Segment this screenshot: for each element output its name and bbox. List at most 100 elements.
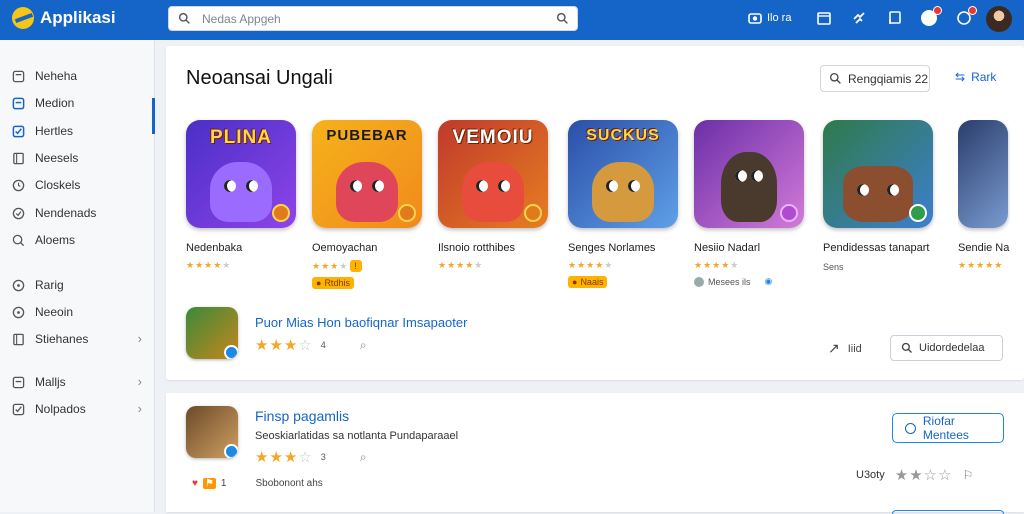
app-title-art: PUBEBAR [326, 127, 408, 144]
recycle-icon [909, 204, 927, 222]
secondary-meta-text: Sbobonont ahs [255, 478, 323, 489]
app-icon [823, 120, 933, 228]
search-circle-icon [12, 234, 25, 246]
sidebar-item-3[interactable]: Neesels [12, 149, 142, 167]
secondary-rating: U3oty ★★☆☆ ⚐ [856, 466, 973, 484]
notify-menu[interactable]: Ilo ra [747, 10, 791, 26]
sidebar-item-label: Neheha [35, 69, 78, 83]
circle-check-icon [12, 207, 25, 219]
puzzle-icon [853, 12, 865, 24]
app-card-4[interactable]: Nesiio Nadarl ★★★★★ Mesees ils ◉ [694, 120, 806, 287]
app-extra: Mesees ils ◉ [694, 276, 806, 287]
folder-button[interactable] [816, 10, 832, 26]
sidebar-item-4[interactable]: Closkels [12, 176, 142, 194]
app-extra: ● Naais [568, 276, 680, 288]
comment-icon[interactable]: ⌕ [360, 338, 367, 353]
circle-icon [12, 279, 25, 291]
share-arrow-icon: ↗ [828, 340, 840, 356]
star-rating: ★★★★★ [186, 260, 232, 270]
sidebar-item-5[interactable]: Nendenads [12, 204, 142, 222]
sidebar-item-nolpados[interactable]: Nolpados › [12, 400, 142, 418]
sidebar-item-6[interactable]: Aloems [12, 231, 142, 249]
verified-icon: ◉ [764, 276, 773, 286]
app-card-3[interactable]: SUCKUS Senges Norlames ★★★★★ ● Naais [568, 120, 680, 288]
search-icon [178, 12, 190, 24]
verified-badge-icon [224, 345, 238, 359]
sidebar-item-2[interactable]: Hertles [12, 122, 142, 140]
app-card-0[interactable]: PLINA Nedenbaka ★★★★★ [186, 120, 298, 271]
top-bar: Applikasi Nedas Appgeh Ilo ra [0, 0, 1024, 40]
share-button[interactable]: ↗ Iiid [828, 340, 862, 357]
search-submit-icon[interactable] [556, 12, 569, 25]
app-card-2[interactable]: VEMOIU Ilsnoio rotthibes ★★★★★ [438, 120, 550, 271]
star-rating: ★★★★★ [694, 260, 740, 270]
next-button-edge[interactable] [892, 510, 1004, 514]
sidebar-item-stiehanes[interactable]: Stiehanes › [12, 330, 142, 348]
featured-search-button[interactable]: Uidordedelaa [890, 335, 1003, 361]
search-icon [901, 342, 912, 353]
star-rating: ★★★★★ [568, 260, 614, 270]
star-rating: ★★☆☆ [894, 467, 953, 484]
avatar[interactable] [986, 6, 1012, 32]
app-logo[interactable]: Applikasi [12, 7, 116, 29]
secondary-app-subtitle: Seoskiarlatidas sa notlanta Pundaparaael [255, 430, 459, 442]
heart-icon: ♥ [192, 478, 198, 489]
sidebar-item-0[interactable]: Neheha [12, 67, 142, 85]
app-card-6[interactable]: Sendie Nantinl ★★★★★ [958, 120, 1010, 271]
sidebar-item-neeoin[interactable]: Neeoin [12, 303, 142, 321]
monster-art [592, 162, 654, 222]
search-input[interactable]: Nedas Appgeh [202, 12, 281, 26]
secondary-app-row[interactable]: Finsp pagamlis Seoskiarlatidas sa notlan… [186, 406, 458, 466]
image-icon [12, 376, 25, 388]
search-bar[interactable]: Nedas Appgeh [168, 6, 578, 31]
secondary-action-button[interactable]: Riofar Mentees [892, 413, 1004, 443]
search-icon [829, 72, 841, 84]
star-rating: ★★★★! [312, 260, 424, 272]
box-icon [12, 70, 25, 82]
circle-clock-icon [12, 179, 25, 191]
sidebar-item-label: Nendenads [35, 206, 97, 220]
secondary-action-label: Riofar Mentees [922, 414, 969, 442]
monster-art [336, 162, 398, 222]
app-icon: VEMOIU [438, 120, 548, 228]
app-icon: PUBEBAR [312, 120, 422, 228]
star-rating: ★★★☆ [255, 337, 313, 354]
puzzle-button[interactable] [851, 10, 867, 26]
featured-app-row[interactable]: Puor Mias Hon baofiqnar Imsapaoter ★★★☆ … [186, 307, 467, 359]
flag-button[interactable] [887, 10, 903, 26]
comment-icon[interactable]: ⌕ [360, 450, 367, 465]
sidebar-item-label: Stiehanes [35, 332, 89, 346]
app-card-1[interactable]: PUBEBAR Oemoyachan ★★★★! ● Rtdhis [312, 120, 424, 289]
sidebar-item-1[interactable]: Medion [12, 94, 142, 112]
rating-value: 4 [320, 340, 326, 350]
sidebar-item-label: Rarig [35, 278, 64, 292]
featured-search-label: Uidordedelaa [919, 342, 985, 354]
app-extra: ● Rtdhis [312, 277, 424, 289]
sidebar-item-label: Aloems [35, 233, 76, 247]
sidebar-item-rarig[interactable]: Rarig [12, 276, 142, 294]
notify-label: Ilo ra [767, 12, 792, 24]
flag-icon[interactable]: ⚐ [963, 468, 974, 482]
more-link[interactable]: ⇆ Rark [955, 70, 996, 84]
double-arrow-icon: ⇆ [955, 70, 966, 84]
filter-label: Rengqiamis 22 [848, 71, 929, 86]
coin-icon [398, 204, 416, 222]
app-tag: ● Rtdhis [312, 277, 354, 289]
chevron-right-icon: › [137, 374, 142, 389]
filter-button[interactable]: Rengqiamis 22 [820, 65, 930, 92]
notifications-button[interactable] [921, 6, 942, 26]
secondary-app-icon [186, 406, 238, 458]
app-icon [694, 120, 804, 228]
app-name: Nedenbaka [186, 242, 243, 254]
app-name: Nesiio Nadarl [694, 242, 761, 254]
app-card-5[interactable]: Pendidessas tanapart Sens [823, 120, 935, 272]
sidebar-item-malljs[interactable]: Malljs › [12, 373, 142, 391]
messages-button[interactable] [956, 6, 977, 29]
sidebar: Neheha Medion Hertles Neesels Closkels N… [0, 40, 155, 512]
featured-app-title[interactable]: Puor Mias Hon baofiqnar Imsapaoter [255, 315, 467, 330]
more-label: Rark [971, 70, 997, 84]
flag-icon [889, 11, 901, 24]
coin-icon [272, 204, 290, 222]
secondary-app-title[interactable]: Finsp pagamlis [255, 408, 458, 424]
chat-icon [956, 6, 977, 29]
